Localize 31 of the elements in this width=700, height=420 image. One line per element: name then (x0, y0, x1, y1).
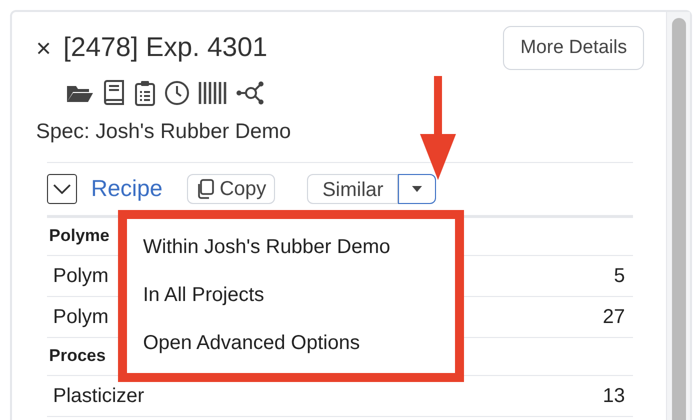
menu-item[interactable]: Open Advanced Options (127, 319, 455, 367)
scrollbar-thumb[interactable] (672, 18, 686, 420)
dropdown-toggle[interactable] (398, 174, 436, 204)
collapse-toggle[interactable] (47, 174, 77, 204)
more-details-button[interactable]: More Details (503, 26, 644, 70)
clipboard-icon[interactable] (134, 80, 156, 106)
row-label: Polym (53, 304, 109, 330)
group-heading: Proces (49, 345, 106, 368)
book-icon[interactable] (102, 80, 126, 106)
caret-icon (412, 186, 422, 192)
copy-icon (196, 178, 214, 198)
experiment-title: [2478] Exp. 4301 (63, 34, 268, 61)
row-label: Polym (53, 264, 109, 288)
copy-button[interactable]: Copy (186, 174, 276, 204)
copy-label: Copy (220, 176, 266, 202)
clock-icon[interactable] (164, 80, 190, 106)
chevron-down-icon (53, 184, 71, 194)
row-value: 13 (602, 384, 625, 408)
row-label: Plasticizer (53, 384, 144, 408)
row-value: 5 (614, 264, 625, 288)
recipe-title: Recipe (91, 174, 163, 204)
group-heading: Polyme (49, 225, 110, 248)
spec-label: Spec: Josh's Rubber Demo (36, 119, 291, 145)
folder-icon[interactable] (66, 83, 94, 103)
barcode-icon[interactable] (198, 81, 228, 105)
close-button[interactable]: × (36, 34, 52, 60)
similar-button[interactable]: Similar (307, 174, 398, 204)
network-icon[interactable] (236, 81, 266, 105)
row-value: 27 (602, 304, 625, 330)
menu-item[interactable]: Within Josh's Rubber Demo (127, 223, 455, 271)
menu-item[interactable]: In All Projects (127, 271, 455, 319)
